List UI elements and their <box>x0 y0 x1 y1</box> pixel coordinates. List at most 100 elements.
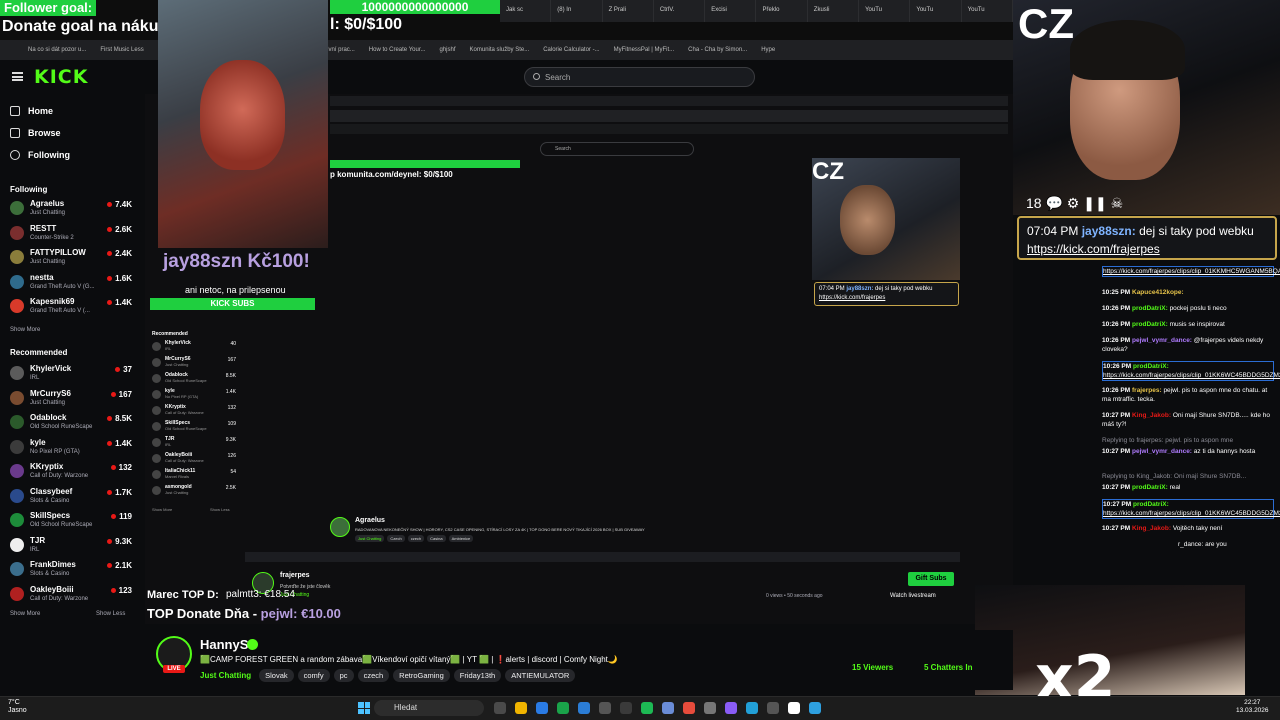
channel-name: SkillSpecs <box>30 511 71 520</box>
browser-tab[interactable]: Excisi <box>705 0 757 22</box>
channel-avatar <box>10 513 24 527</box>
browser-tab[interactable]: Jak sc <box>500 0 552 22</box>
photoshop-icon[interactable] <box>578 702 590 714</box>
channel-game: Call of Duty: Warzone <box>30 473 89 479</box>
show-less-recommended[interactable]: Show Less <box>96 611 125 617</box>
nav-home[interactable]: Home <box>10 106 53 116</box>
sidebar-channel-fattypillow[interactable]: FATTYPILLOW Just Chatting 2.4K <box>10 247 132 271</box>
sidebar-channel-classybeef[interactable]: Classybeef Slots & Casino 1.7K <box>10 486 132 510</box>
nvidia-icon[interactable] <box>620 702 632 714</box>
live-dot-icon <box>110 587 116 593</box>
stream-tag[interactable]: RetroGaming <box>393 669 450 682</box>
weather-widget[interactable]: 7°C Jasno <box>8 699 27 715</box>
stream-tag[interactable]: pc <box>333 669 354 682</box>
chat-username[interactable]: pejwl_vymr_dance: <box>1132 448 1192 455</box>
browser-tab[interactable]: YouTu <box>962 0 1013 22</box>
task-view-icon[interactable] <box>494 702 506 714</box>
sidebar-channel-nestta[interactable]: nestta Grand Theft Auto V (G... 1.6K <box>10 272 132 296</box>
chat-username[interactable]: prodDatriX: <box>1132 484 1168 491</box>
file-explorer-icon[interactable] <box>515 702 527 714</box>
nav-browse[interactable]: Browse <box>10 128 61 138</box>
show-more-recommended[interactable]: Show More <box>10 611 40 617</box>
browser-tab[interactable]: CtrlV. <box>654 0 706 22</box>
chat-username[interactable]: Kapuce412kope: <box>1132 289 1184 296</box>
views-count: 0 views • 50 seconds ago <box>766 593 823 599</box>
bookmark-item[interactable]: MyFitnessPal | MyFit... <box>614 47 675 53</box>
sidebar-channel-agraelus[interactable]: Agraelus Just Chatting 7.4K <box>10 198 132 222</box>
sidebar-channel-tjr[interactable]: TJR IRL 9.3K <box>10 535 132 559</box>
stream-category[interactable]: Just Chatting <box>200 671 251 680</box>
bookmark-item[interactable]: First Music Less <box>100 47 143 53</box>
bookmarks-bar: Na co si dát pozor u... First Music Less M… <box>0 40 1013 60</box>
steam-icon[interactable] <box>662 702 674 714</box>
stream-tag[interactable]: comfy <box>297 669 330 682</box>
sidebar-channel-mrcurrys6[interactable]: MrCurryS6 Just Chatting 167 <box>10 388 132 412</box>
chat-username[interactable]: frajerpes: <box>1132 387 1162 394</box>
search-input[interactable]: Search <box>524 67 755 87</box>
browser-tab[interactable]: Překlo <box>756 0 808 22</box>
browser-tab[interactable]: YouTu <box>859 0 911 22</box>
inner-channel: TJR IRL 9.3K <box>150 436 240 449</box>
browser-tab[interactable]: Zkusli <box>808 0 860 22</box>
menu-icon[interactable] <box>12 72 23 81</box>
chat-username[interactable]: King_Jakob: <box>1132 525 1171 532</box>
sidebar-channel-kapesnik69[interactable]: Kapesnik69 Grand Theft Auto V (... 1.4K <box>10 296 132 320</box>
stream-tag[interactable]: czech <box>357 669 390 682</box>
stream-tag[interactable]: Slovak <box>259 669 294 682</box>
chat-link[interactable]: https://kick.com/frajerpes/clips/clip_01… <box>1103 268 1280 275</box>
taskbar-clock[interactable]: 22:27 13.03.2026 <box>1236 699 1269 715</box>
chat-username[interactable]: prodDatriX: <box>1133 363 1169 370</box>
sidebar-channel-kkryptix[interactable]: KKryptix Call of Duty: Warzone 132 <box>10 461 132 485</box>
watch-livestream-link[interactable]: Watch livestream <box>890 593 936 599</box>
sidebar-channel-restt[interactable]: RESTT Counter-Strike 2 2.6K <box>10 223 132 247</box>
inner-game: Marvel Rivals <box>165 474 190 479</box>
channel-name: TJR <box>30 535 46 545</box>
chat-username[interactable]: pejwl_vymr_dance: <box>1132 337 1192 344</box>
popup-link[interactable]: https://kick.com/frajerpes <box>1027 242 1160 256</box>
channel-viewers: 1.7K <box>107 488 132 497</box>
browser-icon[interactable] <box>767 702 779 714</box>
chat-username[interactable]: prodDatriX: <box>1132 321 1168 328</box>
gift-subs-button[interactable]: Gift Subs <box>908 572 954 586</box>
bookmark-item[interactable]: Hype <box>761 47 775 53</box>
chat-username[interactable]: prodDatriX: <box>1132 305 1168 312</box>
sidebar-channel-skillspecs[interactable]: SkillSpecs Old School RuneScape 119 <box>10 510 132 534</box>
chrome-icon[interactable] <box>557 702 569 714</box>
edge-icon[interactable] <box>536 702 548 714</box>
bookmark-item[interactable]: Calorie Calculator -... <box>543 47 599 53</box>
chat-username[interactable]: King_Jakob: <box>1132 412 1171 419</box>
viewer-count: 1.4K <box>115 438 132 448</box>
discord-icon[interactable] <box>725 702 737 714</box>
sidebar-channel-khylervick[interactable]: KhylerVick IRL 37 <box>10 363 132 387</box>
bookmark-item[interactable]: ghjshf <box>440 47 456 53</box>
show-more-following[interactable]: Show More <box>10 327 40 333</box>
bookmark-item[interactable]: Na co si dát pozor u... <box>28 47 86 53</box>
telegram-icon[interactable] <box>746 702 758 714</box>
taskbar-search[interactable]: Hledat <box>374 700 484 716</box>
bookmark-item[interactable]: How to Create Your... <box>369 47 426 53</box>
browser-tab[interactable]: (8) In <box>551 0 603 22</box>
sidebar-channel-odablock[interactable]: Odablock Old School RuneScape 8.5K <box>10 412 132 436</box>
kick-logo[interactable]: KICK <box>34 66 88 88</box>
stream-tag[interactable]: ANTIEMULATOR <box>505 669 576 682</box>
bookmark-item[interactable]: Cha - Cha by Simon... <box>688 47 747 53</box>
sidebar-channel-frankdimes[interactable]: FrankDimes Slots & Casino 2.1K <box>10 559 132 583</box>
x-icon[interactable] <box>683 702 695 714</box>
back-icon[interactable] <box>599 702 611 714</box>
chatter-count: 5 Chatters In <box>924 663 973 672</box>
xbox-icon[interactable] <box>641 702 653 714</box>
sidebar-channel-oakleyboiii[interactable]: OakleyBoiii Call of Duty: Warzone 123 <box>10 584 132 608</box>
channel-name[interactable]: HannyS <box>200 637 248 652</box>
browser-tab[interactable]: YouTu <box>910 0 962 22</box>
stream-tag[interactable]: Friday13th <box>453 669 502 682</box>
browser-tab[interactable]: Z Prali <box>603 0 654 22</box>
nav-following[interactable]: Following <box>10 150 70 160</box>
bookmark-item[interactable]: Komunita služby Ste... <box>470 47 530 53</box>
windows-start-icon[interactable] <box>358 702 370 714</box>
obs-icon[interactable] <box>788 702 800 714</box>
chat-username[interactable]: prodDatriX: <box>1133 501 1169 508</box>
sidebar-channel-kyle[interactable]: kyle No Pixel RP (GTA) 1.4K <box>10 437 132 461</box>
store-icon[interactable] <box>809 702 821 714</box>
spotify-icon[interactable] <box>704 702 716 714</box>
chat-time: 10:25 PM <box>1102 289 1131 296</box>
